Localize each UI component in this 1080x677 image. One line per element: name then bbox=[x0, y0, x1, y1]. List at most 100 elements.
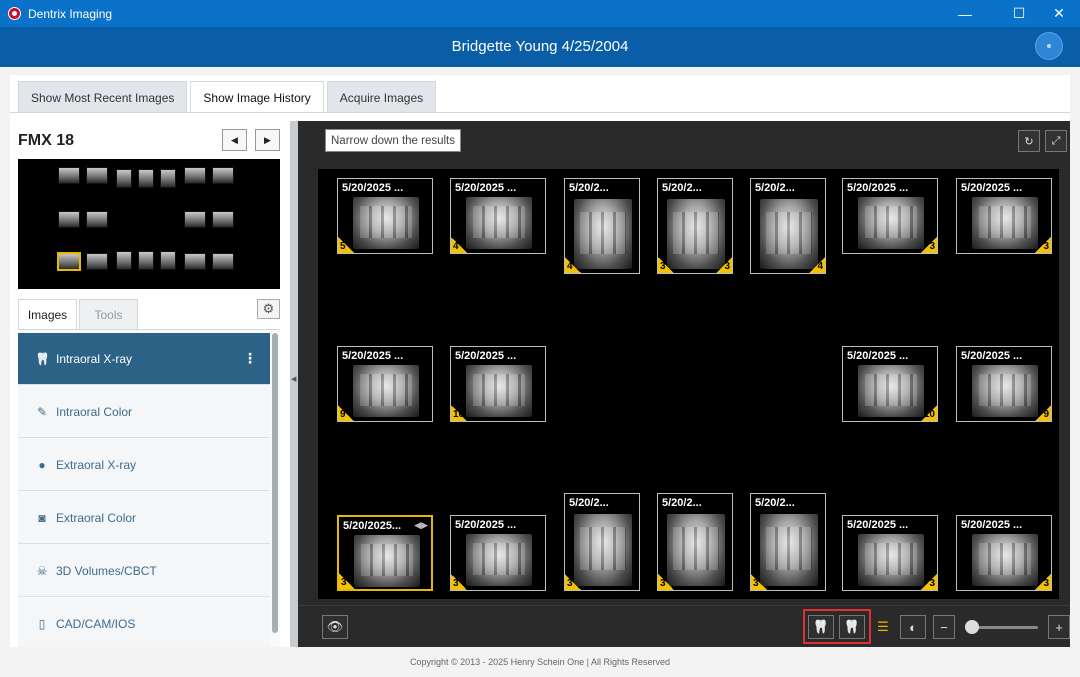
image-date: 5/20/2025 ... bbox=[847, 182, 909, 194]
main-panel: Show Most Recent Images Show Image Histo… bbox=[10, 75, 1070, 647]
map-slot[interactable] bbox=[116, 169, 132, 188]
copyright-footer: Copyright © 2013 - 2025 Henry Schein One… bbox=[409, 657, 671, 667]
close-button[interactable]: ✕ bbox=[1036, 0, 1080, 27]
map-slot[interactable] bbox=[212, 253, 234, 270]
adjustments-button[interactable]: ☰ bbox=[870, 615, 896, 639]
view-tabs: Show Most Recent Images Show Image Histo… bbox=[18, 81, 439, 113]
map-slot-selected[interactable] bbox=[57, 252, 81, 271]
zoom-slider-knob[interactable] bbox=[965, 620, 979, 634]
map-slot[interactable] bbox=[160, 169, 176, 188]
image-count: 9 bbox=[1043, 409, 1049, 420]
xray-thumbnail[interactable]: 5/20/2... 4 bbox=[750, 178, 826, 274]
xray-thumbnail[interactable]: 5/20/2025 ... 5 bbox=[337, 178, 433, 254]
zoom-in-button[interactable]: + bbox=[1048, 615, 1070, 639]
sliders-icon: ☰ bbox=[877, 619, 889, 634]
xray-thumbnail[interactable]: 5/20/2025 ... 3 bbox=[842, 515, 938, 591]
more-options-icon[interactable]: ⋮ bbox=[243, 351, 257, 365]
xray-thumbnail[interactable]: 5/20/2... 3 bbox=[657, 493, 733, 591]
map-slot[interactable] bbox=[138, 251, 154, 270]
category-scrollbar[interactable] bbox=[272, 333, 278, 633]
contrast-button[interactable]: ◐ bbox=[900, 615, 926, 639]
category-cad-cam-ios[interactable]: ▯ CAD/CAM/IOS bbox=[18, 598, 270, 647]
image-date: 5/20/2... bbox=[662, 182, 702, 194]
tab-image-history[interactable]: Show Image History bbox=[190, 81, 324, 113]
map-slot[interactable] bbox=[212, 167, 234, 184]
map-slot[interactable] bbox=[116, 251, 132, 270]
category-label: Extraoral Color bbox=[56, 510, 137, 525]
category-intraoral-color[interactable]: ✎ Intraoral Color bbox=[18, 386, 270, 438]
panel-splitter[interactable]: ◀ bbox=[290, 121, 298, 647]
category-intraoral-xray[interactable]: 🦷 Intraoral X-ray ⋮ bbox=[18, 333, 270, 385]
xray-thumbnail[interactable]: 5/20/2025 ... 3 bbox=[450, 515, 546, 591]
xray-thumbnail[interactable]: 5/20/2... 3 3 bbox=[657, 178, 733, 274]
category-3d-volumes-cbct[interactable]: ☠ 3D Volumes/CBCT bbox=[18, 545, 270, 597]
category-label: Intraoral Color bbox=[56, 404, 133, 419]
map-slot[interactable] bbox=[184, 253, 206, 270]
previous-series-button[interactable]: ◀ bbox=[222, 129, 247, 151]
image-stack-arrows-icon[interactable]: ◀▶ bbox=[414, 520, 428, 531]
maxillary-filter-button[interactable]: 🦷 bbox=[808, 615, 834, 639]
xray-thumbnail[interactable]: 5/20/2025 ... 9 bbox=[337, 346, 433, 422]
map-slot[interactable] bbox=[58, 211, 80, 228]
xray-image bbox=[760, 514, 818, 586]
xray-thumbnail[interactable]: 5/20/2025 ... 3 bbox=[956, 515, 1052, 591]
tabs-divider bbox=[10, 112, 1070, 113]
refresh-button[interactable]: ↻ bbox=[1018, 130, 1040, 152]
xray-thumbnail[interactable]: 5/20/2025 ... 3 bbox=[956, 178, 1052, 254]
fmx-layout-map[interactable] bbox=[18, 159, 280, 289]
xray-thumbnail[interactable]: 5/20/2025 ... 4 bbox=[450, 178, 546, 254]
image-date: 5/20/2025 ... bbox=[847, 350, 909, 362]
map-slot[interactable] bbox=[184, 211, 206, 228]
category-extraoral-xray[interactable]: ● Extraoral X-ray bbox=[18, 439, 270, 491]
map-slot[interactable] bbox=[138, 169, 154, 188]
map-slot[interactable] bbox=[86, 253, 108, 270]
dentrix-app-icon bbox=[8, 7, 21, 20]
expand-button[interactable]: ⤢ bbox=[1045, 130, 1067, 152]
next-series-button[interactable]: ▶ bbox=[255, 129, 280, 151]
image-date: 5/20/2025 ... bbox=[342, 350, 404, 362]
xray-thumbnail[interactable]: 5/20/2025 ... 10 bbox=[450, 346, 546, 422]
narrow-results-filter[interactable]: Narrow down the results bbox=[325, 129, 461, 152]
tab-most-recent-images[interactable]: Show Most Recent Images bbox=[18, 81, 188, 113]
xray-image bbox=[466, 365, 532, 417]
subtab-tools[interactable]: Tools bbox=[79, 299, 138, 329]
xray-thumbnail[interactable]: 5/20/2025 ... 10 bbox=[842, 346, 938, 422]
map-slot[interactable] bbox=[86, 211, 108, 228]
image-count: 3 bbox=[1043, 578, 1049, 589]
image-count: 3 bbox=[453, 578, 459, 589]
image-count: 3 bbox=[660, 578, 666, 589]
viewer-toolbar: 👁 🦷 🦷 ☰ ◐ − + bbox=[298, 605, 1070, 647]
visibility-toggle-button[interactable]: 👁 bbox=[322, 615, 348, 639]
minimize-button[interactable]: — bbox=[942, 0, 988, 27]
subtab-images[interactable]: Images bbox=[18, 299, 77, 329]
tooth-lower-icon: 🦷 bbox=[843, 619, 861, 634]
map-slot[interactable] bbox=[212, 211, 234, 228]
fmx-image-grid: 5/20/2025 ... 5 5/20/2025 ... 4 5/20/2..… bbox=[318, 169, 1059, 599]
xray-image bbox=[574, 199, 632, 269]
map-slot[interactable] bbox=[86, 167, 108, 184]
image-count: 3 bbox=[660, 261, 666, 272]
image-count: 3 bbox=[567, 578, 573, 589]
mandibular-filter-button[interactable]: 🦷 bbox=[839, 615, 865, 639]
xray-image bbox=[353, 365, 419, 417]
xray-thumbnail[interactable]: 5/20/2... 3 bbox=[750, 493, 826, 591]
image-date: 5/20/2025 ... bbox=[455, 519, 517, 531]
image-date: 5/20/2... bbox=[662, 497, 702, 509]
xray-thumbnail[interactable]: 5/20/2... 3 bbox=[564, 493, 640, 591]
map-slot[interactable] bbox=[184, 167, 206, 184]
xray-thumbnail[interactable]: 5/20/2... 4 bbox=[564, 178, 640, 274]
zoom-out-button[interactable]: − bbox=[933, 615, 955, 639]
map-slot[interactable] bbox=[58, 167, 80, 184]
xray-image bbox=[972, 197, 1038, 249]
map-slot[interactable] bbox=[160, 251, 176, 270]
xray-thumbnail[interactable]: 5/20/2025 ... 9 bbox=[956, 346, 1052, 422]
image-date: 5/20/2025 ... bbox=[961, 182, 1023, 194]
tab-acquire-images[interactable]: Acquire Images bbox=[326, 81, 437, 113]
xray-image bbox=[858, 534, 924, 586]
xray-thumbnail[interactable]: 5/20/2025 ... 3 bbox=[842, 178, 938, 254]
xray-thumbnail-selected[interactable]: 5/20/2025... ◀▶ 3 bbox=[337, 515, 433, 591]
user-avatar[interactable] bbox=[1035, 32, 1063, 60]
category-extraoral-color[interactable]: ◙ Extraoral Color bbox=[18, 492, 270, 544]
settings-button[interactable]: ⚙ bbox=[257, 299, 280, 319]
image-date: 5/20/2... bbox=[569, 497, 609, 509]
